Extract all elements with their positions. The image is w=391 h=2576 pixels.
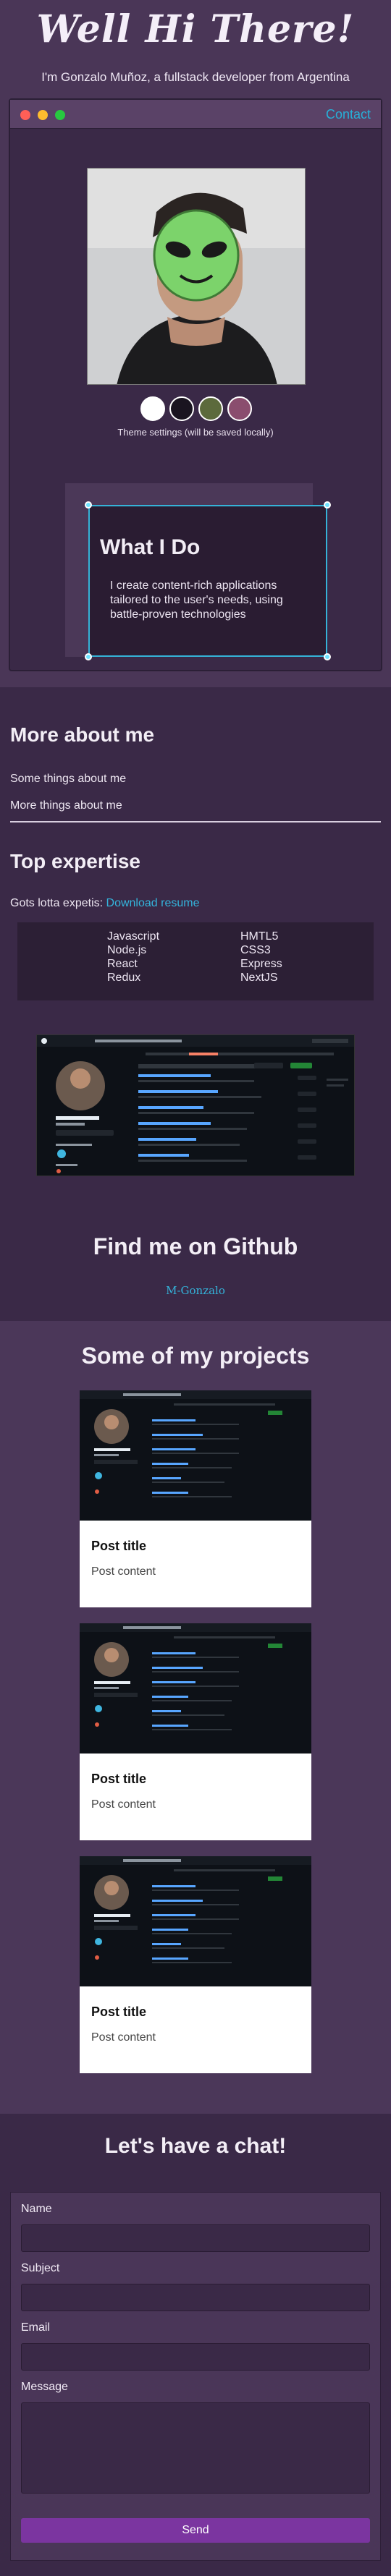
hero-subtitle: I'm Gonzalo Muñoz, a fullstack developer… [41, 70, 350, 84]
project-title: Post title [91, 2005, 147, 2019]
projects-title: Some of my projects [81, 1343, 310, 1369]
project-card[interactable]: Post title Post content [80, 1623, 311, 1840]
github-title: Find me on Github [93, 1233, 298, 1259]
theme-swatch-plum[interactable] [227, 396, 252, 421]
project-thumbnail [80, 1390, 311, 1521]
what-i-do-title: What I Do [100, 535, 201, 559]
project-content: Post content [91, 1798, 156, 1811]
chat-title: Let's have a chat! [104, 2134, 287, 2158]
email-field[interactable] [21, 2343, 370, 2371]
github-screenshot[interactable] [36, 1034, 355, 1176]
expertise-text: Gots lotta expetis: Download resume [10, 897, 199, 910]
resize-handle[interactable] [85, 501, 92, 509]
name-field[interactable] [21, 2224, 370, 2252]
skills-right-list: HMTL5 CSS3 Express NextJS [240, 930, 282, 985]
skill-item: HMTL5 [240, 930, 279, 943]
send-button[interactable]: Send [21, 2518, 370, 2543]
expertise-title: Top expertise [10, 850, 140, 872]
subject-label: Subject [21, 2262, 60, 2274]
what-i-do-card: What I Do I create content-rich applicat… [85, 501, 331, 660]
theme-swatch-light[interactable] [140, 396, 165, 421]
skill-item: Javascript [107, 930, 160, 943]
maximize-dot-icon[interactable] [55, 110, 65, 120]
github-profile-image [37, 1035, 354, 1176]
project-title: Post title [91, 1772, 147, 1786]
subject-field[interactable] [21, 2284, 370, 2311]
project-title: Post title [91, 1539, 147, 1553]
about-line-1: Some things about me [10, 773, 127, 785]
message-label: Message [21, 2381, 68, 2393]
close-dot-icon[interactable] [20, 110, 30, 120]
about-line-2: More things about me [10, 799, 122, 812]
skill-item: Redux [107, 972, 141, 984]
github-username-link[interactable]: M-Gonzalo [0, 1284, 391, 1297]
download-resume-link[interactable]: Download resume [106, 897, 200, 909]
project-card[interactable]: Post title Post content [80, 1390, 311, 1607]
skill-item: Node.js [107, 944, 147, 956]
email-label: Email [21, 2321, 51, 2334]
skill-item: NextJS [240, 972, 278, 984]
theme-settings-label: Theme settings (will be saved locally) [117, 427, 274, 438]
skill-item: CSS3 [240, 944, 271, 956]
theme-swatch-olive[interactable] [198, 396, 223, 421]
about-title: More about me [10, 723, 155, 746]
skills-left-list: Javascript Node.js React Redux [107, 930, 159, 985]
hero-section: Well Hi There! I'm Gonzalo Muñoz, a full… [0, 0, 391, 687]
project-thumbnail [80, 1623, 311, 1754]
what-i-do-body: I create content-rich applications tailo… [110, 579, 283, 621]
resize-handle[interactable] [324, 653, 331, 660]
message-textarea[interactable] [21, 2402, 370, 2494]
project-content: Post content [91, 1565, 156, 1578]
contact-section: Let's have a chat! Name Subject Email Me… [0, 2114, 391, 2576]
skill-item: Express [240, 958, 282, 970]
project-thumbnail [80, 1856, 311, 1986]
project-screenshot-image [80, 1390, 311, 1521]
projects-section: Some of my projects Post title Post cont… [0, 1321, 391, 2114]
profile-photo-image [88, 169, 305, 384]
profile-photo [87, 168, 306, 385]
window-titlebar: Contact [10, 100, 381, 129]
browser-window: Contact Theme settings (will be saved lo… [9, 98, 382, 671]
name-label: Name [21, 2203, 52, 2215]
about-section: More about me Some things about me More … [0, 687, 391, 1411]
project-screenshot-image [80, 1856, 311, 1986]
expertise-label: Gots lotta expetis: [10, 897, 106, 909]
skill-item: React [107, 958, 138, 970]
project-screenshot-image [80, 1623, 311, 1754]
contact-link[interactable]: Contact [326, 107, 371, 122]
divider [10, 821, 381, 822]
project-card[interactable]: Post title Post content [80, 1856, 311, 2073]
contact-form: Name Subject Email Message Send [10, 2192, 381, 2561]
project-content: Post content [91, 2031, 156, 2044]
skills-box: Javascript Node.js React Redux HMTL5 CSS… [17, 922, 374, 1000]
theme-swatch-dark[interactable] [169, 396, 194, 421]
resize-handle[interactable] [324, 501, 331, 509]
resize-handle[interactable] [85, 653, 92, 660]
minimize-dot-icon[interactable] [38, 110, 48, 120]
hero-title: Well Hi There! [36, 7, 355, 51]
